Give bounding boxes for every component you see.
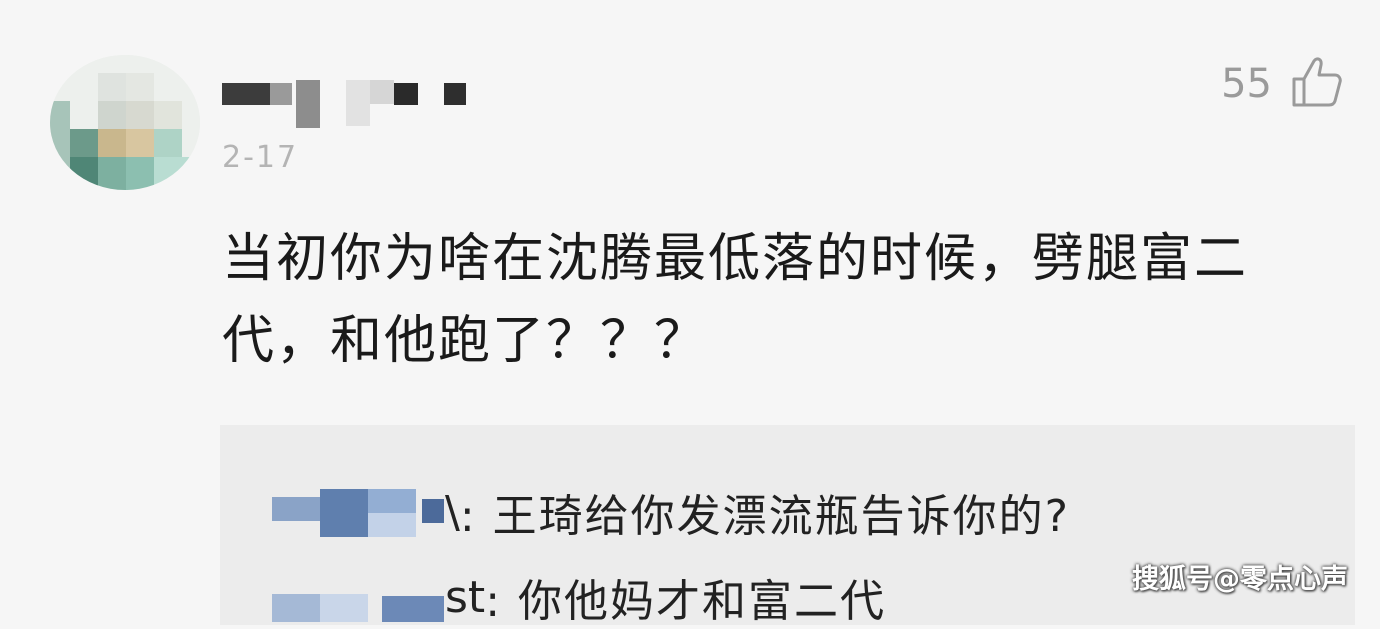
watermark: 搜狐号@零点心声 — [1132, 564, 1348, 595]
avatar-mosaic-tile — [154, 101, 182, 129]
avatar-mosaic-tile — [154, 129, 182, 157]
reply-name-mosaic-tile — [368, 489, 416, 513]
avatar-mosaic-tile — [126, 157, 154, 190]
avatar-mosaic-tile — [98, 129, 126, 157]
username-mosaic-tile — [296, 80, 320, 128]
reply-text: : 你他妈才和富二代 — [485, 576, 886, 627]
comment-text: 当初你为啥在沈腾最低落的时候，劈腿富二代，和他跑了？？？ — [222, 229, 1249, 371]
reply-name-mosaic-tile — [422, 499, 444, 523]
reply-item[interactable]: st : 你他妈才和富二代 — [272, 565, 886, 629]
reply-author-name[interactable] — [272, 572, 447, 622]
reply-author-suffix: st — [445, 571, 486, 623]
avatar-mosaic-tile — [126, 129, 154, 157]
like-button[interactable]: 55 — [1221, 55, 1342, 113]
reply-name-mosaic-tile — [320, 489, 368, 537]
username-mosaic-tile — [346, 80, 370, 126]
reply-item[interactable]: \ : 王琦给你发漂流瓶告诉你的? — [272, 480, 1070, 544]
reply-author-suffix: \ — [445, 486, 460, 538]
reply-name-mosaic-tile — [382, 596, 444, 622]
reply-name-mosaic-tile — [368, 513, 416, 537]
avatar-mosaic-tile — [70, 157, 98, 190]
like-count: 55 — [1221, 61, 1272, 107]
reply-name-mosaic-tile — [272, 594, 320, 622]
avatar-mosaic-tile — [126, 73, 154, 101]
comment-timestamp: 2-17 — [222, 140, 299, 175]
thumbs-up-icon — [1290, 55, 1342, 113]
avatar[interactable] — [50, 55, 200, 190]
avatar-mosaic-tile — [50, 101, 70, 190]
reply-text: : 王琦给你发漂流瓶告诉你的? — [459, 491, 1070, 542]
username-mosaic-tile — [394, 83, 418, 105]
avatar-mosaic-tile — [70, 129, 98, 157]
username-mosaic-tile — [222, 83, 270, 105]
reply-name-mosaic-tile — [320, 594, 368, 622]
username[interactable] — [222, 80, 482, 130]
avatar-mosaic-tile — [154, 157, 200, 190]
avatar-mosaic-tile — [98, 73, 126, 101]
username-mosaic-tile — [270, 83, 292, 105]
reply-name-mosaic-tile — [272, 497, 320, 521]
avatar-mosaic-tile — [98, 157, 126, 190]
username-mosaic-tile — [370, 80, 394, 104]
reply-author-name[interactable] — [272, 487, 447, 537]
avatar-mosaic-tile — [98, 101, 126, 129]
username-mosaic-tile — [444, 83, 466, 105]
avatar-mosaic-tile — [126, 101, 154, 129]
